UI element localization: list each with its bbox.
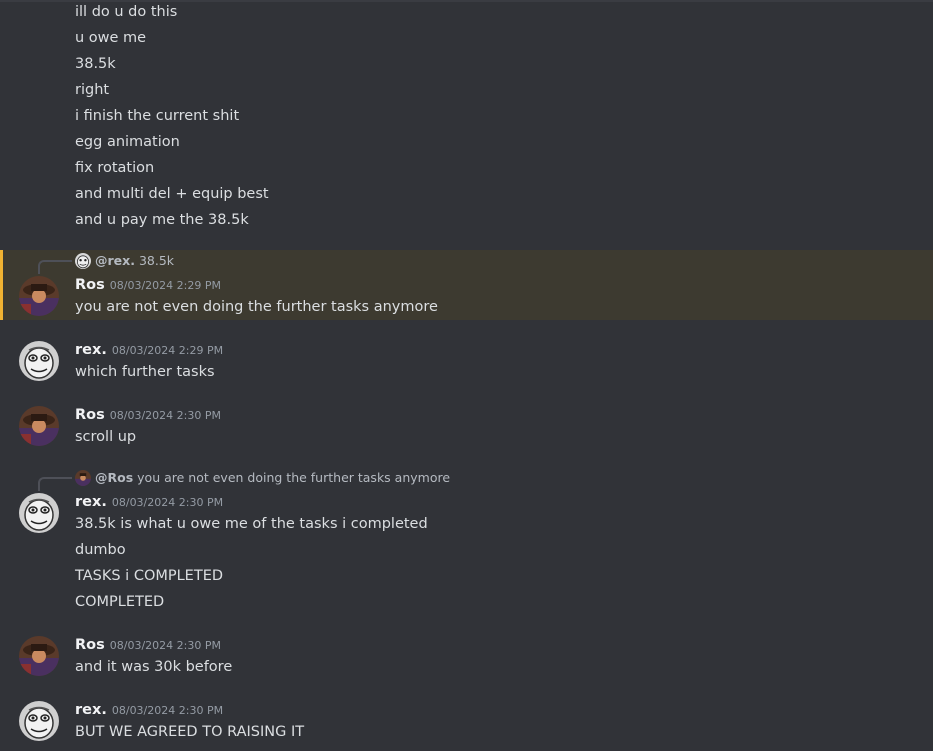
message-content: and it was 30k before — [75, 659, 233, 675]
message-author[interactable]: rex. 08/03/2024 2:29 PM — [75, 340, 223, 361]
message-line: i finish the current shit — [75, 108, 240, 124]
message-author[interactable]: rex. 08/03/2024 2:30 PM — [75, 492, 223, 513]
ros-avatar[interactable] — [19, 276, 59, 316]
message-line: COMPLETED — [75, 594, 165, 610]
message-content: you are not even doing the further tasks… — [75, 299, 438, 315]
ros-avatar[interactable] — [19, 406, 59, 446]
message-content: which further tasks — [75, 364, 215, 380]
mention-highlight-bar — [0, 250, 3, 320]
ros-avatar-mini — [75, 470, 91, 486]
reply-preview[interactable]: @Ros you are not even doing the further … — [75, 470, 450, 486]
author-name[interactable]: rex. — [75, 494, 107, 510]
rex-avatar[interactable] — [19, 701, 59, 741]
reply-mention[interactable]: @Ros — [95, 470, 133, 486]
timestamp: 08/03/2024 2:29 PM — [111, 344, 224, 357]
message-line: dumbo — [75, 542, 126, 558]
message-author[interactable]: Ros 08/03/2024 2:30 PM — [75, 405, 221, 426]
message-author[interactable]: Ros 08/03/2024 2:29 PM — [75, 275, 221, 296]
timestamp: 08/03/2024 2:30 PM — [111, 496, 224, 509]
author-name[interactable]: Ros — [75, 407, 105, 423]
message-line: and multi del + equip best — [75, 186, 269, 202]
message-author[interactable]: rex. 08/03/2024 2:30 PM — [75, 700, 223, 721]
message-line: u owe me — [75, 30, 147, 46]
rex-avatar[interactable] — [19, 341, 59, 381]
message-line: TASKS i COMPLETED — [75, 568, 224, 584]
author-name[interactable]: rex. — [75, 342, 107, 358]
reply-spine — [38, 260, 72, 274]
timestamp: 08/03/2024 2:29 PM — [109, 279, 221, 292]
message-content: BUT WE AGREED TO RAISING IT — [75, 724, 305, 740]
message-line: and u pay me the 38.5k — [75, 212, 249, 228]
timestamp: 08/03/2024 2:30 PM — [111, 704, 224, 717]
author-name[interactable]: rex. — [75, 702, 107, 718]
author-name[interactable]: Ros — [75, 277, 105, 293]
reply-spine — [38, 477, 72, 491]
message-content: 38.5k is what u owe me of the tasks i co… — [75, 516, 428, 532]
reply-mention[interactable]: @rex. — [95, 253, 135, 269]
reply-text: you are not even doing the further tasks… — [137, 470, 451, 485]
author-name[interactable]: Ros — [75, 637, 105, 653]
ros-avatar[interactable] — [19, 636, 59, 676]
timestamp: 08/03/2024 2:30 PM — [109, 409, 221, 422]
rex-avatar-mini — [75, 253, 91, 269]
timestamp: 08/03/2024 2:30 PM — [109, 639, 221, 652]
message-author[interactable]: Ros 08/03/2024 2:30 PM — [75, 635, 221, 656]
reply-preview[interactable]: @rex. 38.5k — [75, 253, 174, 269]
reply-text: 38.5k — [138, 253, 175, 268]
message-line: ill do u do this — [75, 4, 178, 20]
message-line: fix rotation — [75, 160, 155, 176]
message-line: egg animation — [75, 134, 180, 150]
message-line: right — [75, 82, 110, 98]
message-content: scroll up — [75, 429, 137, 445]
rex-avatar[interactable] — [19, 493, 59, 533]
message-line: 38.5k — [75, 56, 116, 72]
